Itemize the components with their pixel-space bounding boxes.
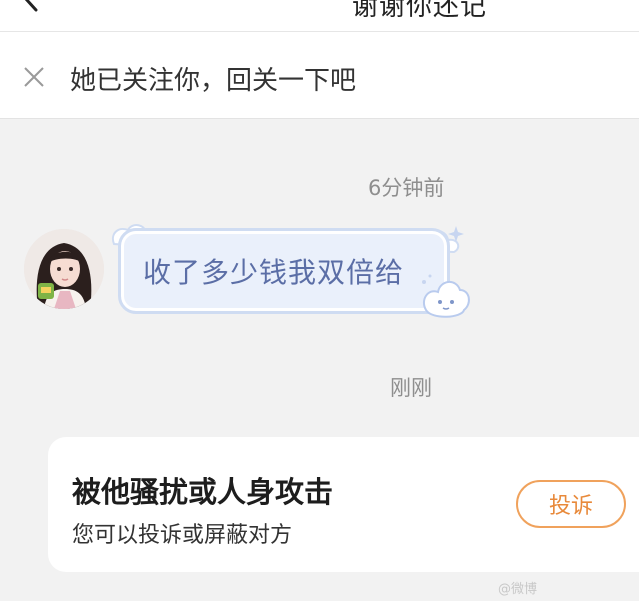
- report-card-subtitle: 您可以投诉或屏蔽对方: [72, 523, 293, 548]
- message-bubble[interactable]: 收了多少钱我双倍给: [118, 228, 450, 314]
- close-icon[interactable]: [22, 65, 46, 89]
- avatar[interactable]: [24, 229, 104, 309]
- message-timestamp: 6分钟前: [368, 176, 445, 200]
- cloud-character-icon: [422, 274, 470, 318]
- watermark: @微博: [498, 582, 538, 597]
- follow-back-text[interactable]: 她已关注你，回关一下吧: [70, 60, 356, 97]
- message-text[interactable]: 收了多少钱我双倍给: [143, 251, 404, 291]
- follow-back-banner[interactable]: 她已关注你，回关一下吧: [0, 32, 639, 119]
- message-timestamp: 刚刚: [390, 376, 432, 400]
- harassment-report-card: 被他骚扰或人身攻击 您可以投诉或屏蔽对方 投诉: [48, 437, 639, 572]
- avatar-image: [24, 229, 104, 309]
- top-navigation-bar: 谢谢你还记: [0, 0, 639, 32]
- chat-title: 谢谢你还记: [352, 0, 488, 22]
- report-button[interactable]: 投诉: [516, 480, 626, 528]
- chevron-left-icon[interactable]: [18, 0, 44, 12]
- report-card-title: 被他骚扰或人身攻击: [72, 475, 334, 509]
